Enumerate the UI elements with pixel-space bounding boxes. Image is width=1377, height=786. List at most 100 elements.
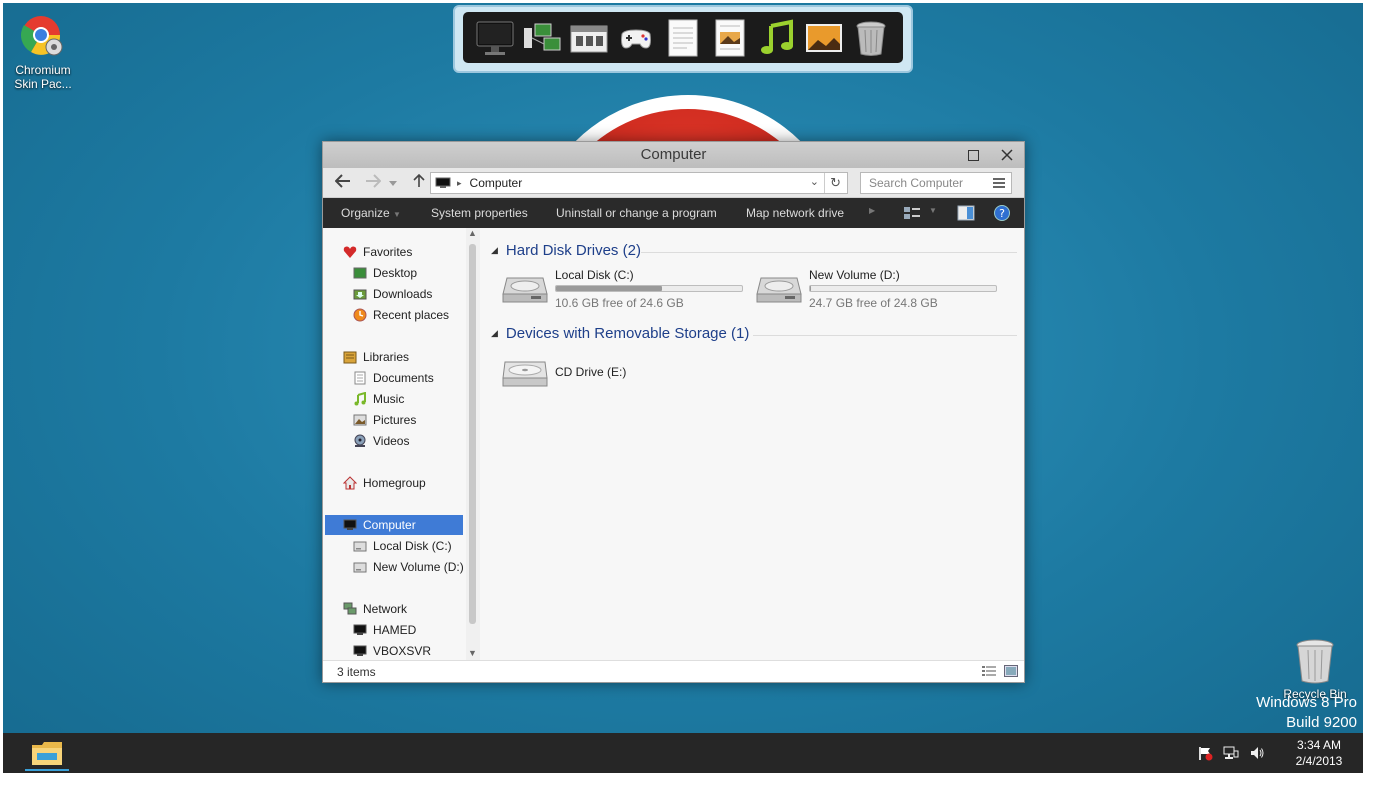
taskbar: 3:34 AM 2/4/2013 [3,733,1363,773]
nav-item-desktop[interactable]: Desktop [353,263,417,283]
search-options-icon[interactable] [993,177,1005,189]
nav-item-pictures[interactable]: Pictures [353,410,416,430]
nav-label: HAMED [373,623,417,637]
nav-label: Favorites [363,245,413,259]
drive-free-space: 24.7 GB free of 24.8 GB [809,296,938,310]
document-icon[interactable] [663,18,703,58]
drive-label: Local Disk (C:) [555,268,634,282]
clock-date: 2/4/2013 [1295,754,1343,768]
help-icon[interactable]: ? [993,204,1011,222]
collapse-triangle-icon[interactable]: ◢ [491,328,498,339]
chromium-icon [20,16,63,56]
preview-pane-icon[interactable] [957,204,975,222]
heart-icon [343,246,357,258]
nav-item-hamed[interactable]: HAMED [353,620,416,640]
desktop-icon-chromium[interactable]: Chromium Skin Pac... [7,13,79,91]
view-options-chevron-icon[interactable]: ▼ [929,206,937,215]
gamepad-icon[interactable] [616,18,656,58]
taskbar-clock[interactable]: 3:34 AM 2/4/2013 [1289,737,1349,769]
nav-item-network[interactable]: Network [343,599,407,619]
volume-icon[interactable] [1249,745,1265,761]
scrollbar-thumb[interactable] [469,244,476,624]
scroll-down-icon[interactable]: ▼ [468,648,477,658]
monitor-icon[interactable] [475,18,515,58]
nav-item-libraries[interactable]: Libraries [343,347,409,367]
libraries-icon [343,351,357,364]
nav-item-recent-places[interactable]: Recent places [353,305,449,325]
scroll-up-icon[interactable]: ▲ [468,228,477,238]
nav-label: Network [363,602,408,616]
large-icons-view-icon[interactable] [1004,665,1018,677]
nav-label: Music [373,392,405,406]
computer-icon [343,519,357,530]
breadcrumb-separator-icon: ▸ [457,177,462,188]
drive-usage-fill [556,286,663,291]
trash-can-icon[interactable] [851,18,891,58]
nav-item-computer[interactable]: Computer [325,515,463,535]
nav-item-homegroup[interactable]: Homegroup [343,473,426,493]
command-bar: Organize ▼ System properties Uninstall o… [323,198,1024,228]
uninstall-program-button[interactable]: Uninstall or change a program [556,206,717,220]
item-count: 3 items [337,665,376,679]
nav-item-local-disk[interactable]: Local Disk (C:) [353,536,452,556]
cd-drive-icon [502,361,548,387]
nav-item-videos[interactable]: Videos [353,431,409,451]
address-bar[interactable]: ▸ Computer ⌄ ↻ [430,172,848,194]
organize-button[interactable]: Organize ▼ [341,206,401,220]
forward-arrow-icon [366,174,382,188]
refresh-icon[interactable]: ↻ [830,175,841,191]
desktop-icon-recycle-bin[interactable]: Recycle Bin [1279,637,1351,701]
organize-label: Organize [341,206,390,220]
watermark-build: Build 9200 [1286,714,1357,731]
address-text: Computer [469,176,523,190]
details-view-icon[interactable] [982,665,996,677]
music-note-icon[interactable] [757,18,797,58]
nav-item-documents[interactable]: Documents [353,368,434,388]
address-dropdown-icon[interactable]: ⌄ [810,175,819,188]
search-box[interactable]: Search Computer [860,172,1012,194]
map-network-drive-button[interactable]: Map network drive [746,206,844,220]
drive-new-volume[interactable]: New Volume (D:) 24.7 GB free of 24.8 GB [755,268,997,310]
collapse-triangle-icon[interactable]: ◢ [491,245,498,256]
nav-item-music[interactable]: Music [353,389,404,409]
navigation-scrollbar[interactable]: ▲ ▼ [466,228,480,660]
back-button[interactable] [333,174,353,192]
nav-label: New Volume (D:) [373,560,464,574]
nav-item-vboxsvr[interactable]: VBOXSVR [353,641,431,661]
group-header-removable[interactable]: ◢ Devices with Removable Storage (1) [491,325,749,342]
picture-document-icon[interactable] [710,18,750,58]
watermark-edition: Windows 8 Pro [1256,694,1357,711]
change-view-icon[interactable] [903,204,921,222]
nav-item-downloads[interactable]: Downloads [353,284,432,304]
action-center-flag-icon[interactable] [1197,745,1213,761]
window-title: Computer [640,146,707,163]
recent-locations-button[interactable] [387,174,399,192]
group-header-hard-disks[interactable]: ◢ Hard Disk Drives (2) [491,242,641,259]
drive-local-disk[interactable]: Local Disk (C:) 10.6 GB free of 24.6 GB [501,268,743,310]
nav-item-new-volume[interactable]: New Volume (D:) [353,557,464,577]
chevron-down-icon [389,181,397,186]
drive-cd[interactable]: CD Drive (E:) [501,356,626,390]
recycle-bin-icon [1296,639,1334,684]
network-icon[interactable] [1223,745,1239,761]
close-button[interactable] [992,142,1022,168]
control-panel-icon[interactable] [569,18,609,58]
system-properties-button[interactable]: System properties [431,206,528,220]
maximize-icon [967,149,979,161]
system-tray: 3:34 AM 2/4/2013 [1197,733,1349,773]
hard-disk-drive-icon [756,277,802,303]
maximize-button[interactable] [958,142,988,168]
network-icon [343,602,357,615]
nav-label: Recent places [373,308,450,322]
landscape-picture-icon[interactable] [804,18,844,58]
windows-watermark: Windows 8 Pro Build 9200 [1256,693,1357,733]
window-titlebar[interactable]: Computer [323,142,1024,168]
taskbar-file-explorer-button[interactable] [25,737,69,771]
network-computers-icon[interactable] [522,18,562,58]
forward-button[interactable] [363,174,383,192]
up-button[interactable] [409,173,429,192]
network-computer-icon [353,624,367,635]
more-commands-chevron-icon[interactable]: ▶ [869,206,875,215]
nav-item-favorites[interactable]: Favorites [343,242,412,262]
hard-disk-drive-icon [502,277,548,303]
